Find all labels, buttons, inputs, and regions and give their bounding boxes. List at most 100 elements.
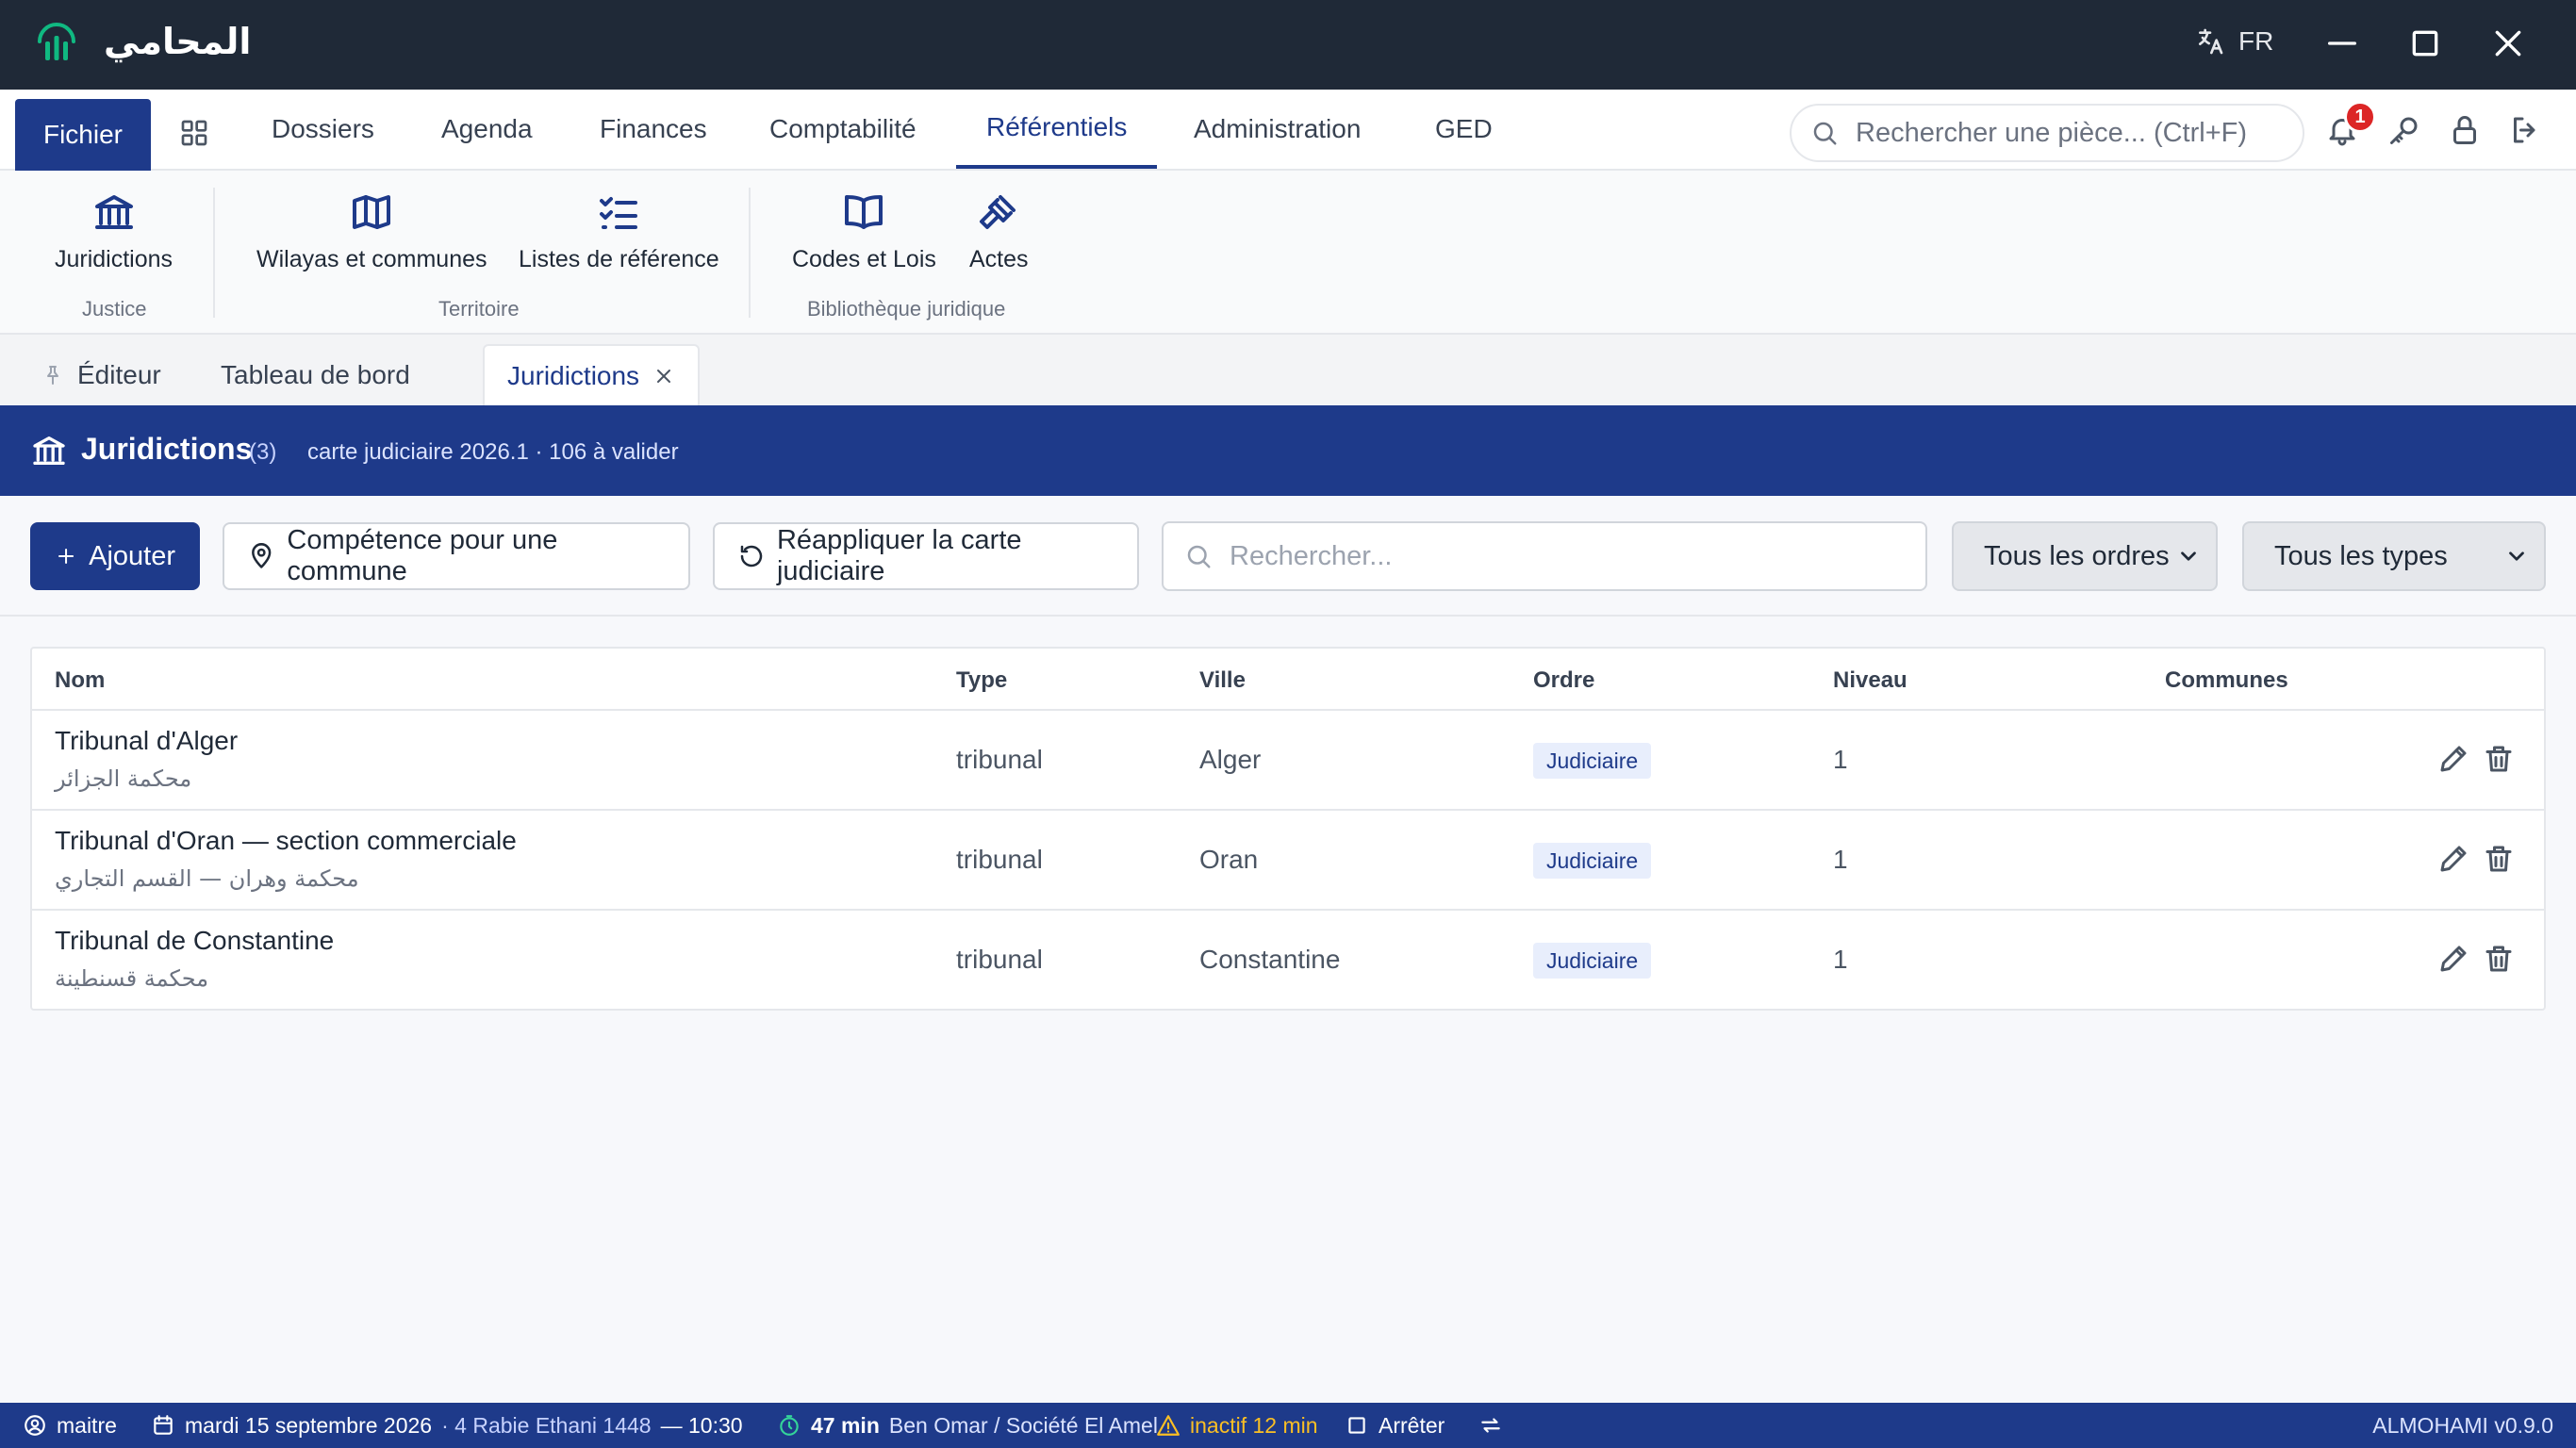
tab-tableau-de-bord[interactable]: Tableau de bord (198, 344, 433, 405)
ribbon-juridictions-button[interactable]: Juridictions (55, 189, 173, 273)
row-name-ar: محكمة وهران — القسم التجاري (55, 865, 359, 892)
key-icon[interactable] (2387, 113, 2421, 147)
delete-icon[interactable] (2482, 942, 2516, 976)
column-header-ville[interactable]: Ville (1199, 667, 1246, 694)
delete-icon[interactable] (2482, 842, 2516, 876)
sync-icon (1481, 1418, 1500, 1433)
tab-tableau-label: Tableau de bord (221, 359, 410, 389)
courthouse-icon (33, 436, 65, 465)
status-timer[interactable]: 47 min Ben Omar / Société El Amel (777, 1403, 1158, 1448)
ribbon-group-bibliotheque: Bibliothèque juridique (807, 297, 1006, 321)
courthouse-icon (94, 195, 133, 229)
sync-button[interactable] (1478, 1403, 1503, 1448)
add-button[interactable]: Ajouter (30, 522, 200, 590)
juridictions-table: Nom Type Ville Ordre Niveau Communes Tri… (30, 647, 2546, 1011)
row-type: tribunal (956, 945, 1043, 974)
status-user[interactable]: maitre (23, 1403, 117, 1448)
competence-button-label: Compétence pour une commune (287, 525, 558, 586)
edit-icon[interactable] (2436, 842, 2470, 876)
close-window-icon[interactable] (2489, 25, 2527, 62)
search-input[interactable]: Rechercher... (1162, 521, 1927, 591)
menu-agenda[interactable]: Agenda (441, 90, 533, 169)
map-icon (353, 195, 391, 229)
ribbon-wilayas-label: Wilayas et communes (256, 246, 487, 272)
ribbon-actes-button[interactable]: Actes (969, 189, 1029, 273)
page-subtitle: carte judiciaire 2026.1 · 106 à valider (307, 439, 679, 465)
warning-icon (1157, 1415, 1180, 1436)
logout-icon[interactable] (2508, 113, 2542, 147)
column-header-communes[interactable]: Communes (2165, 667, 2288, 694)
ribbon-group-justice: Justice (82, 297, 147, 321)
search-icon (1813, 122, 1837, 145)
language-switch[interactable]: FR (2195, 26, 2273, 57)
lock-icon[interactable] (2448, 113, 2482, 147)
status-user-label: maitre (57, 1412, 117, 1438)
column-header-nom[interactable]: Nom (55, 667, 105, 694)
competence-button[interactable]: Compétence pour une commune (223, 522, 690, 590)
row-name-ar: محكمة قسنطينة (55, 965, 209, 992)
ribbon-wilayas-button[interactable]: Wilayas et communes (256, 189, 487, 273)
refresh-icon (740, 545, 763, 568)
book-icon (845, 195, 883, 229)
stop-button[interactable]: Arrêter (1345, 1403, 1445, 1448)
table-row[interactable]: Tribunal d'Alger محكمة الجزائر tribunal … (32, 709, 2544, 809)
order-badge: Judiciaire (1533, 843, 1652, 879)
timer-icon (780, 1415, 799, 1436)
minimize-icon[interactable] (2323, 25, 2361, 62)
table-row[interactable]: Tribunal d'Oran — section commerciale مح… (32, 809, 2544, 909)
column-header-niveau[interactable]: Niveau (1833, 667, 1907, 694)
row-city: Oran (1199, 845, 1259, 874)
filter-types-value: Tous les types (2274, 540, 2448, 571)
status-date: mardi 15 septembre 2026 · 4 Rabie Ethani… (151, 1403, 743, 1448)
close-tab-icon[interactable] (652, 365, 675, 387)
app-logo-icon (38, 23, 75, 60)
menu-finances[interactable]: Finances (600, 90, 707, 169)
edit-icon[interactable] (2436, 942, 2470, 976)
status-inactive: inactif 12 min (1156, 1403, 1318, 1448)
menu-ged[interactable]: GED (1435, 90, 1493, 169)
tab-editeur[interactable]: Éditeur (19, 344, 184, 405)
menu-comptabilite[interactable]: Comptabilité (769, 90, 916, 169)
table-row[interactable]: Tribunal de Constantine محكمة قسنطينة tr… (32, 909, 2544, 1009)
menu-referentiels[interactable]: Référentiels (956, 90, 1158, 169)
apps-grid-icon[interactable] (179, 118, 209, 148)
row-city: Alger (1199, 745, 1262, 774)
stop-button-label: Arrêter (1379, 1412, 1445, 1438)
status-date-label: mardi 15 septembre 2026 (185, 1412, 433, 1438)
add-button-label: Ajouter (89, 540, 175, 571)
page-title: Juridictions (81, 432, 253, 466)
column-header-type[interactable]: Type (956, 667, 1007, 694)
user-circle-icon (25, 1415, 45, 1436)
search-icon (1187, 545, 1211, 568)
app-title: المحامي (104, 21, 252, 62)
map-pin-icon (252, 543, 272, 568)
row-name: Tribunal d'Oran — section commerciale (55, 826, 517, 855)
menu-fichier[interactable]: Fichier (15, 99, 151, 171)
delete-icon[interactable] (2482, 742, 2516, 776)
global-search-input[interactable]: Rechercher une pièce... (Ctrl+F) (1790, 104, 2304, 162)
reapply-button[interactable]: Réappliquer la carte judiciaire (713, 522, 1139, 590)
ribbon-divider (749, 188, 751, 318)
status-time-label: — 10:30 (660, 1412, 743, 1438)
filter-orders-select[interactable]: Tous les ordres (1952, 521, 2218, 591)
maximize-icon[interactable] (2406, 25, 2444, 62)
row-level: 1 (1833, 745, 1848, 774)
row-level: 1 (1833, 945, 1848, 974)
stop-icon (1348, 1417, 1365, 1434)
ribbon-codes-button[interactable]: Codes et Lois (792, 189, 936, 273)
filter-types-select[interactable]: Tous les types (2242, 521, 2546, 591)
row-type: tribunal (956, 845, 1043, 874)
status-bar: maitre mardi 15 septembre 2026 · 4 Rabie… (0, 1403, 2576, 1448)
tab-juridictions[interactable]: Juridictions (483, 344, 701, 405)
page-count: (3) (249, 439, 277, 465)
menu-dossiers[interactable]: Dossiers (272, 90, 374, 169)
ribbon-listes-button[interactable]: Listes de référence (519, 189, 719, 273)
chevron-down-icon (2509, 551, 2524, 561)
checklist-icon (600, 197, 638, 229)
menu-administration[interactable]: Administration (1194, 90, 1361, 169)
edit-icon[interactable] (2436, 742, 2470, 776)
column-header-ordre[interactable]: Ordre (1533, 667, 1594, 694)
ribbon-actes-label: Actes (969, 246, 1029, 272)
row-level: 1 (1833, 845, 1848, 874)
order-badge: Judiciaire (1533, 743, 1652, 779)
